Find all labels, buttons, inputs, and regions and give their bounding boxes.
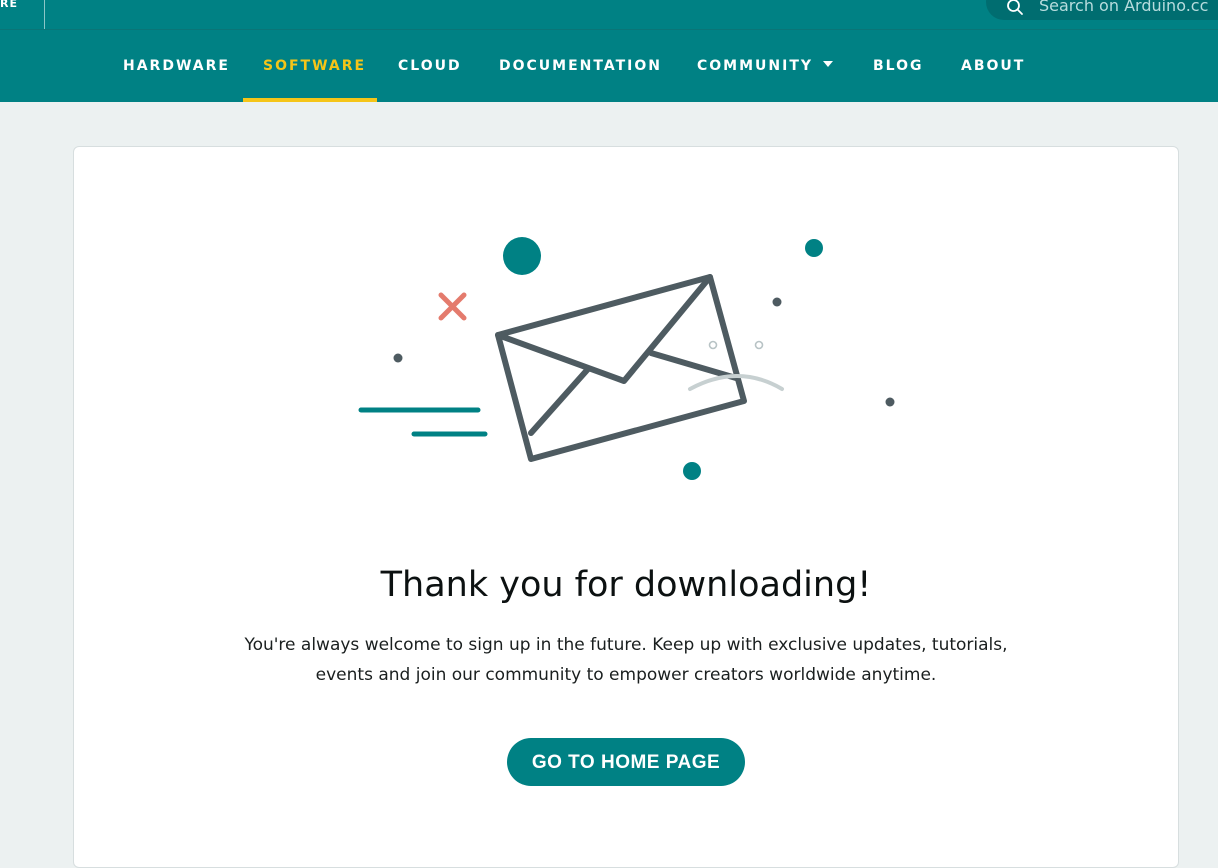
x-mark-icon bbox=[438, 292, 467, 321]
thank-you-message: You're always welcome to sign up in the … bbox=[244, 635, 1008, 685]
search-input[interactable]: Search on Arduino.cc bbox=[1039, 0, 1208, 15]
hollow-dot bbox=[708, 340, 718, 350]
page-title: Thank you for downloading! bbox=[380, 565, 872, 605]
nav-about[interactable]: ABOUT bbox=[961, 30, 1025, 102]
grey-dot bbox=[772, 297, 782, 307]
top-utility-bar: RE Search on Arduino.cc bbox=[0, 0, 1218, 29]
envelope-illustration bbox=[358, 237, 895, 480]
search-icon bbox=[1007, 0, 1023, 15]
nav-documentation[interactable]: DOCUMENTATION bbox=[499, 30, 662, 102]
nav-cloud[interactable]: CLOUD bbox=[398, 30, 462, 102]
go-to-home-page-button[interactable]: GO TO HOME PAGE bbox=[507, 738, 745, 786]
grey-dot bbox=[393, 353, 403, 363]
topbar-cut-off-label[interactable]: RE bbox=[0, 0, 18, 10]
main-navigation: HARDWARE SOFTWARE CLOUD DOCUMENTATION CO… bbox=[0, 29, 1218, 102]
envelope-icon bbox=[495, 274, 747, 462]
active-tab-indicator bbox=[243, 98, 377, 102]
nav-hardware[interactable]: HARDWARE bbox=[123, 30, 230, 102]
grey-dot bbox=[885, 397, 895, 407]
speed-lines bbox=[358, 407, 488, 437]
search-box[interactable]: Search on Arduino.cc bbox=[986, 0, 1218, 20]
teal-circle-large bbox=[503, 237, 541, 275]
nav-software[interactable]: SOFTWARE bbox=[263, 30, 366, 102]
teal-circle-small bbox=[805, 239, 823, 257]
topbar-divider bbox=[44, 0, 45, 29]
teal-circle-bottom bbox=[683, 462, 701, 480]
nav-community-label: COMMUNITY bbox=[697, 58, 814, 74]
nav-community[interactable]: COMMUNITY bbox=[697, 30, 834, 102]
hollow-dot bbox=[754, 340, 764, 350]
chevron-down-icon bbox=[823, 61, 834, 67]
nav-blog[interactable]: BLOG bbox=[873, 30, 924, 102]
thank-you-card: Thank you for downloading! You're always… bbox=[73, 146, 1179, 868]
